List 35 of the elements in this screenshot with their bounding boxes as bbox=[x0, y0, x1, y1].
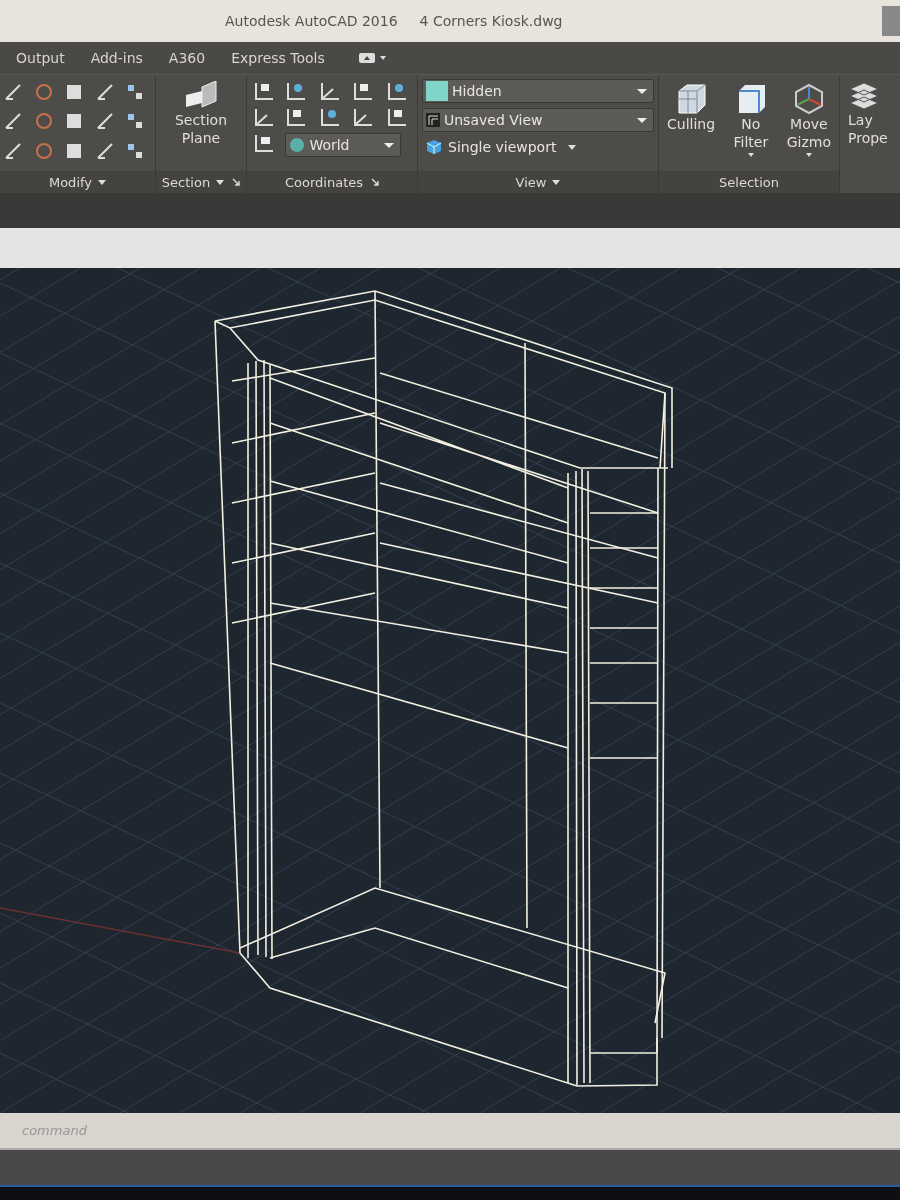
ribbon-tab[interactable]: Express Tools bbox=[219, 48, 337, 68]
caret-icon[interactable] bbox=[216, 179, 225, 185]
app-title: Autodesk AutoCAD 2016 bbox=[225, 13, 398, 29]
axis-square-icon[interactable] bbox=[352, 81, 375, 101]
panel-title[interactable]: View bbox=[515, 174, 547, 190]
ucs-dropdown[interactable]: World bbox=[285, 133, 402, 157]
gizmo-icon bbox=[792, 83, 825, 115]
selection-tool-button[interactable]: No Filter bbox=[719, 81, 783, 167]
drawing-viewport[interactable] bbox=[0, 268, 900, 1113]
dialog-launcher-icon[interactable] bbox=[232, 178, 241, 186]
grid-cube-icon bbox=[675, 83, 708, 115]
cube-icon bbox=[426, 139, 442, 155]
layers-icon bbox=[848, 81, 878, 111]
file-title: 4 Corners Kiosk.dwg bbox=[419, 13, 563, 29]
caret-icon[interactable] bbox=[98, 179, 107, 185]
dialog-launcher-icon[interactable] bbox=[371, 178, 379, 186]
selection-tool-button[interactable]: Culling bbox=[663, 81, 720, 167]
caret-icon[interactable] bbox=[552, 179, 561, 185]
panel-title[interactable]: Selection bbox=[659, 171, 839, 193]
named-view-icon bbox=[426, 113, 440, 127]
square-icon[interactable] bbox=[65, 141, 84, 160]
named-view-dropdown[interactable]: Unsaved View bbox=[422, 108, 654, 132]
section-plane-button[interactable]: Section Plane bbox=[171, 79, 231, 167]
section-plane-icon bbox=[184, 81, 218, 111]
viewport-dropdown[interactable]: Single viewport bbox=[422, 137, 581, 157]
globe-icon bbox=[289, 137, 306, 153]
ribbon-tab[interactable]: Output bbox=[4, 48, 77, 68]
minimize-ribbon-icon[interactable] bbox=[358, 52, 389, 64]
layer-properties-button[interactable]: Lay Prope bbox=[844, 79, 892, 149]
ribbon-tab[interactable]: A360 bbox=[156, 48, 218, 68]
ribbon-tab[interactable]: Add-ins bbox=[78, 48, 155, 68]
visual-style-dropdown[interactable]: Hidden bbox=[422, 79, 654, 103]
selection-tool-button[interactable]: Move Gizmo bbox=[782, 81, 835, 167]
axis-square-icon[interactable] bbox=[253, 133, 275, 153]
kiosk-wireframe-drawing[interactable] bbox=[214, 290, 673, 1087]
